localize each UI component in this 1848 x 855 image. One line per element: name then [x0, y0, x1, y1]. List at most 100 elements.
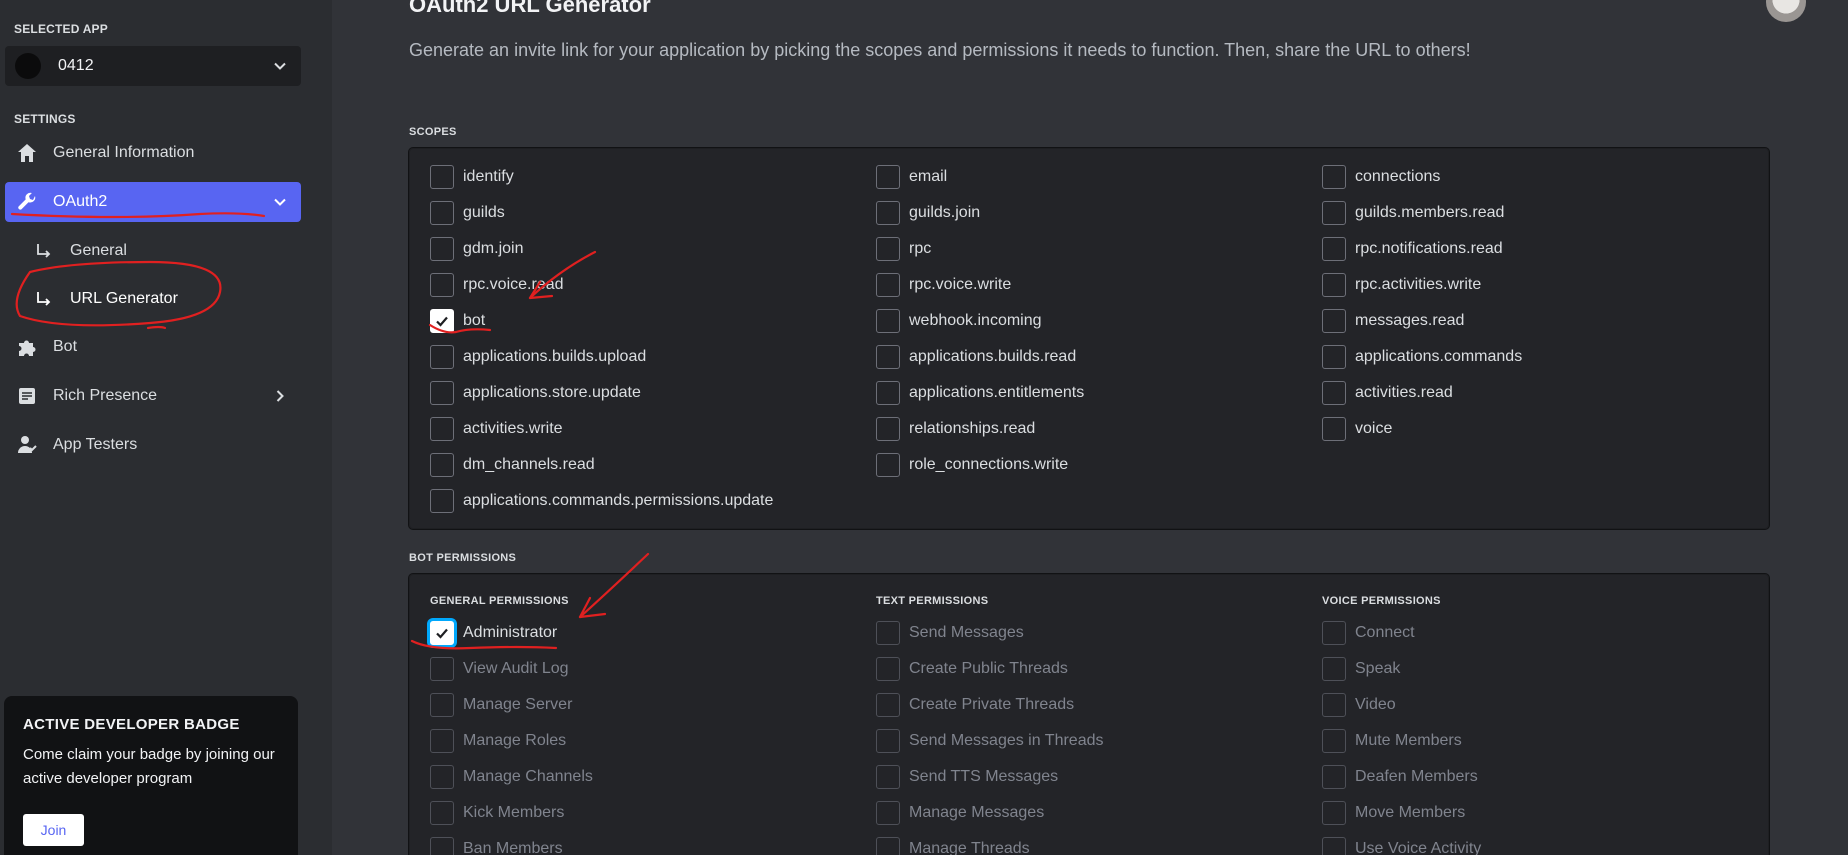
- checkbox-applications-entitlements[interactable]: applications.entitlements: [876, 375, 1322, 411]
- checkbox-unchecked[interactable]: [430, 729, 454, 753]
- checkbox-unchecked[interactable]: [430, 345, 454, 369]
- checkbox-unchecked[interactable]: [430, 201, 454, 225]
- checkbox-manage-threads[interactable]: Manage Threads: [876, 831, 1322, 855]
- checkbox-view-audit-log[interactable]: View Audit Log: [430, 651, 876, 687]
- join-button[interactable]: Join: [23, 814, 84, 846]
- checkbox-unchecked[interactable]: [1322, 201, 1346, 225]
- checkbox-voice[interactable]: voice: [1322, 411, 1768, 447]
- sidebar-item-app-testers[interactable]: App Testers: [5, 425, 301, 465]
- checkbox-unchecked[interactable]: [430, 489, 454, 513]
- checkbox-connect[interactable]: Connect: [1322, 615, 1768, 651]
- checkbox-unchecked[interactable]: [430, 765, 454, 789]
- sidebar-item-rich-presence[interactable]: Rich Presence: [5, 376, 301, 416]
- checkbox-unchecked[interactable]: [876, 309, 900, 333]
- checkbox-unchecked[interactable]: [1322, 837, 1346, 855]
- sidebar-item-bot[interactable]: Bot: [5, 327, 301, 367]
- checkbox-manage-roles[interactable]: Manage Roles: [430, 723, 876, 759]
- checkbox-unchecked[interactable]: [1322, 801, 1346, 825]
- sidebar-item-oauth2[interactable]: OAuth2: [5, 182, 301, 222]
- checkbox-checked[interactable]: [430, 309, 454, 333]
- checkbox-create-public-threads[interactable]: Create Public Threads: [876, 651, 1322, 687]
- checkbox-unchecked[interactable]: [876, 273, 900, 297]
- checkbox-unchecked[interactable]: [876, 165, 900, 189]
- checkbox-unchecked[interactable]: [876, 765, 900, 789]
- checkbox-unchecked[interactable]: [430, 273, 454, 297]
- checkbox-guilds-members-read[interactable]: guilds.members.read: [1322, 195, 1768, 231]
- checkbox-dm-channels-read[interactable]: dm_channels.read: [430, 447, 876, 483]
- checkbox-webhook-incoming[interactable]: webhook.incoming: [876, 303, 1322, 339]
- checkbox-unchecked[interactable]: [430, 417, 454, 441]
- checkbox-manage-channels[interactable]: Manage Channels: [430, 759, 876, 795]
- checkbox-unchecked[interactable]: [1322, 729, 1346, 753]
- checkbox-applications-store-update[interactable]: applications.store.update: [430, 375, 876, 411]
- checkbox-activities-write[interactable]: activities.write: [430, 411, 876, 447]
- checkbox-send-tts-messages[interactable]: Send TTS Messages: [876, 759, 1322, 795]
- checkbox-deafen-members[interactable]: Deafen Members: [1322, 759, 1768, 795]
- checkbox-send-messages-in-threads[interactable]: Send Messages in Threads: [876, 723, 1322, 759]
- checkbox-manage-server[interactable]: Manage Server: [430, 687, 876, 723]
- checkbox-unchecked[interactable]: [876, 345, 900, 369]
- checkbox-unchecked[interactable]: [876, 237, 900, 261]
- checkbox-applications-commands[interactable]: applications.commands: [1322, 339, 1768, 375]
- checkbox-unchecked[interactable]: [876, 837, 900, 855]
- checkbox-use-voice-activity[interactable]: Use Voice Activity: [1322, 831, 1768, 855]
- app-selector[interactable]: 0412: [5, 46, 301, 86]
- checkbox-messages-read[interactable]: messages.read: [1322, 303, 1768, 339]
- checkbox-role-connections-write[interactable]: role_connections.write: [876, 447, 1322, 483]
- checkbox-unchecked[interactable]: [1322, 621, 1346, 645]
- checkbox-unchecked[interactable]: [430, 837, 454, 855]
- checkbox-unchecked[interactable]: [876, 201, 900, 225]
- checkbox-rpc[interactable]: rpc: [876, 231, 1322, 267]
- checkbox-unchecked[interactable]: [876, 381, 900, 405]
- checkbox-rpc-activities-write[interactable]: rpc.activities.write: [1322, 267, 1768, 303]
- checkbox-relationships-read[interactable]: relationships.read: [876, 411, 1322, 447]
- checkbox-unchecked[interactable]: [876, 453, 900, 477]
- checkbox-unchecked[interactable]: [876, 693, 900, 717]
- checkbox-activities-read[interactable]: activities.read: [1322, 375, 1768, 411]
- checkbox-applications-builds-upload[interactable]: applications.builds.upload: [430, 339, 876, 375]
- checkbox-unchecked[interactable]: [1322, 237, 1346, 261]
- checkbox-speak[interactable]: Speak: [1322, 651, 1768, 687]
- checkbox-applications-builds-read[interactable]: applications.builds.read: [876, 339, 1322, 375]
- checkbox-unchecked[interactable]: [1322, 165, 1346, 189]
- checkbox-unchecked[interactable]: [1322, 417, 1346, 441]
- checkbox-unchecked[interactable]: [876, 657, 900, 681]
- checkbox-applications-commands-permissions-update[interactable]: applications.commands.permissions.update: [430, 483, 876, 519]
- checkbox-rpc-voice-write[interactable]: rpc.voice.write: [876, 267, 1322, 303]
- checkbox-bot[interactable]: bot: [430, 303, 876, 339]
- checkbox-unchecked[interactable]: [430, 657, 454, 681]
- checkbox-unchecked[interactable]: [1322, 693, 1346, 717]
- checkbox-unchecked[interactable]: [876, 621, 900, 645]
- checkbox-connections[interactable]: connections: [1322, 159, 1768, 195]
- checkbox-create-private-threads[interactable]: Create Private Threads: [876, 687, 1322, 723]
- sidebar-item-oauth2-general[interactable]: General: [36, 233, 127, 269]
- checkbox-administrator[interactable]: Administrator: [430, 615, 876, 651]
- checkbox-unchecked[interactable]: [430, 453, 454, 477]
- checkbox-unchecked[interactable]: [1322, 309, 1346, 333]
- checkbox-unchecked[interactable]: [876, 801, 900, 825]
- sidebar-item-general-information[interactable]: General Information: [5, 133, 301, 173]
- checkbox-unchecked[interactable]: [430, 801, 454, 825]
- checkbox-email[interactable]: email: [876, 159, 1322, 195]
- checkbox-unchecked[interactable]: [1322, 345, 1346, 369]
- checkbox-unchecked[interactable]: [1322, 765, 1346, 789]
- checkbox-video[interactable]: Video: [1322, 687, 1768, 723]
- checkbox-unchecked[interactable]: [430, 693, 454, 717]
- checkbox-unchecked[interactable]: [1322, 273, 1346, 297]
- checkbox-ban-members[interactable]: Ban Members: [430, 831, 876, 855]
- checkbox-send-messages[interactable]: Send Messages: [876, 615, 1322, 651]
- checkbox-unchecked[interactable]: [876, 417, 900, 441]
- checkbox-guilds-join[interactable]: guilds.join: [876, 195, 1322, 231]
- sidebar-item-url-generator[interactable]: URL Generator: [36, 281, 178, 317]
- checkbox-unchecked[interactable]: [1322, 381, 1346, 405]
- checkbox-unchecked[interactable]: [1322, 657, 1346, 681]
- checkbox-rpc-notifications-read[interactable]: rpc.notifications.read: [1322, 231, 1768, 267]
- checkbox-unchecked[interactable]: [430, 237, 454, 261]
- checkbox-gdm-join[interactable]: gdm.join: [430, 231, 876, 267]
- checkbox-checked[interactable]: [430, 621, 454, 645]
- checkbox-unchecked[interactable]: [430, 165, 454, 189]
- checkbox-mute-members[interactable]: Mute Members: [1322, 723, 1768, 759]
- checkbox-unchecked[interactable]: [430, 381, 454, 405]
- checkbox-manage-messages[interactable]: Manage Messages: [876, 795, 1322, 831]
- checkbox-rpc-voice-read[interactable]: rpc.voice.read: [430, 267, 876, 303]
